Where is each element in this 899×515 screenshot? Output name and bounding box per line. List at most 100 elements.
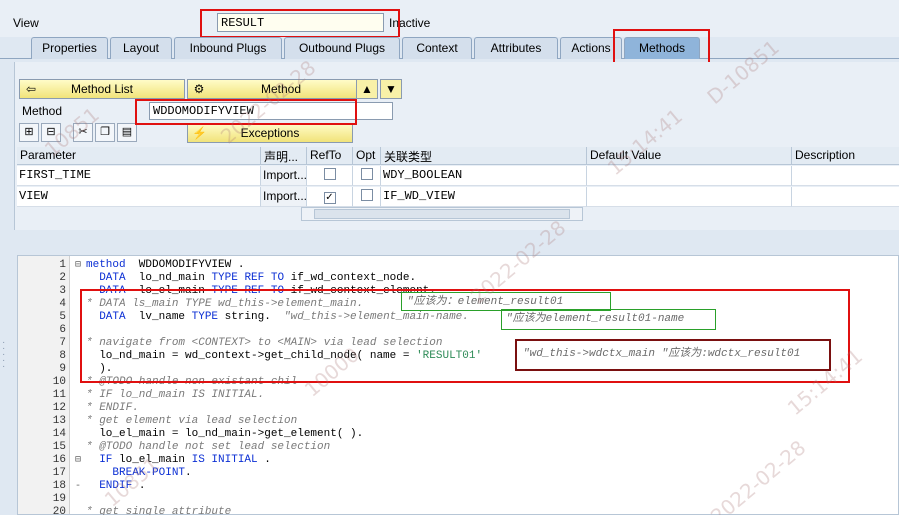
tab-inbound-plugs[interactable]: Inbound Plugs (174, 37, 282, 59)
fold-marker[interactable] (75, 363, 83, 376)
param-default-cell[interactable] (587, 187, 792, 207)
code-line[interactable]: * navigate from <CONTEXT> to <MAIN> via … (86, 337, 442, 350)
fold-marker[interactable] (75, 428, 83, 441)
fold-marker[interactable] (75, 467, 83, 480)
code-line[interactable]: IF lo_el_main IS INITIAL . (86, 454, 271, 467)
code-line[interactable]: DATA lv_name TYPE string. "wd_this->elem… (86, 311, 469, 324)
scrollbar-thumb[interactable] (314, 209, 570, 219)
splitter-grip-icon[interactable]: · · · · · (2, 338, 8, 372)
fold-marker[interactable] (75, 389, 83, 402)
tab-properties[interactable]: Properties (31, 37, 108, 59)
opt-checkbox[interactable] (360, 168, 373, 180)
exceptions-button[interactable]: ⚡ Exceptions (187, 123, 353, 143)
method-list-button[interactable]: ⇦ Method List (19, 79, 185, 99)
fold-marker[interactable] (75, 415, 83, 428)
refto-checkbox-checked[interactable]: ✓ (323, 192, 336, 204)
fold-marker[interactable] (75, 311, 83, 324)
code-line[interactable]: DATA lo_nd_main TYPE REF TO if_wd_contex… (86, 272, 416, 285)
fold-marker[interactable] (75, 350, 83, 363)
tab-actions[interactable]: Actions (560, 37, 622, 59)
code-token: lo_el_main = lo_nd_main->get_element( ). (86, 428, 364, 440)
fold-marker[interactable] (75, 493, 83, 506)
code-token: BREAK-POINT (112, 467, 186, 479)
fold-marker[interactable] (75, 337, 83, 350)
code-editor[interactable]: 1 ⊟ method WDDOMODIFYVIEW .2 DATA lo_nd_ma… (17, 255, 899, 515)
insert-row-icon[interactable]: ⊞ (19, 123, 39, 142)
fold-marker[interactable] (75, 298, 83, 311)
code-token: method (86, 259, 126, 271)
code-line[interactable]: * @TODO handle not set lead selection (86, 441, 330, 454)
col-header-refto[interactable]: RefTo (307, 147, 353, 165)
paste-icon[interactable]: ▤ (117, 123, 137, 142)
param-decl-cell: Import... (261, 187, 307, 207)
code-line[interactable]: ). (86, 363, 112, 376)
tab-strip: Properties Layout Inbound Plugs Outbound… (0, 37, 899, 59)
fold-marker[interactable]: - (75, 480, 83, 493)
tab-attributes[interactable]: Attributes (474, 37, 558, 59)
col-header-opt[interactable]: Opt (353, 147, 381, 165)
col-header-default[interactable]: Default Value (587, 147, 792, 165)
code-line[interactable]: lo_nd_main = wd_context->get_child_node(… (86, 350, 482, 363)
code-token: TYPE REF TO (211, 272, 285, 284)
param-name-cell[interactable]: VIEW (17, 187, 261, 207)
horizontal-scrollbar[interactable] (301, 207, 583, 221)
fold-marker[interactable] (75, 272, 83, 285)
opt-checkbox-cell[interactable] (353, 187, 381, 207)
col-header-parameter[interactable]: Parameter (17, 147, 261, 165)
param-type-cell[interactable]: IF_WD_VIEW (381, 187, 587, 207)
code-line[interactable]: lo_el_main = lo_nd_main->get_element( ). (86, 428, 363, 441)
nav-down-button[interactable]: ▼ (380, 79, 402, 99)
code-line[interactable]: * IF lo_nd_main IS INITIAL. (86, 389, 264, 402)
fold-marker[interactable] (75, 441, 83, 454)
fold-marker[interactable] (75, 376, 83, 389)
tab-context[interactable]: Context (402, 37, 472, 59)
code-line[interactable]: DATA lo_el_main TYPE REF TO if_wd_contex… (86, 285, 436, 298)
view-name-field[interactable]: RESULT (217, 13, 384, 32)
opt-checkbox[interactable] (360, 189, 373, 201)
col-header-description[interactable]: Description (792, 147, 899, 165)
line-number: 6 (59, 324, 66, 336)
code-line[interactable]: * ENDIF. (86, 402, 139, 415)
delete-row-icon[interactable]: ⊟ (41, 123, 61, 142)
code-line[interactable]: * @TODO handle non existant chil (86, 376, 297, 389)
param-type-cell[interactable]: WDY_BOOLEAN (381, 166, 587, 186)
code-line[interactable]: * get single attribute (86, 506, 231, 515)
refto-checkbox[interactable] (323, 168, 336, 180)
method-name-field[interactable]: WDDOMODIFYVIEW (149, 102, 393, 120)
tab-outbound-plugs[interactable]: Outbound Plugs (284, 37, 400, 59)
code-token: DATA (99, 272, 126, 284)
param-default-cell[interactable] (587, 166, 792, 186)
copy-icon[interactable]: ❐ (95, 123, 115, 142)
tab-layout[interactable]: Layout (110, 37, 172, 59)
fold-marker[interactable]: ⊟ (75, 454, 83, 467)
fold-marker[interactable] (75, 506, 83, 515)
fold-marker[interactable] (75, 402, 83, 415)
code-line[interactable]: * DATA ls_main TYPE wd_this->element_mai… (86, 298, 363, 311)
code-line[interactable]: method WDDOMODIFYVIEW . (86, 259, 244, 272)
param-decl-cell: Import... (261, 166, 307, 186)
line-number: 1 (59, 259, 66, 271)
param-description-cell[interactable] (792, 166, 899, 186)
code-token: ). (86, 363, 113, 375)
code-token: lv_name (125, 311, 192, 323)
fold-marker[interactable]: ⊟ (75, 259, 83, 272)
method-button[interactable]: ⚙ Method (187, 79, 375, 99)
line-number: 2 (59, 272, 66, 284)
opt-checkbox-cell[interactable] (353, 166, 381, 186)
param-description-cell[interactable] (792, 187, 899, 207)
nav-up-button[interactable]: ▲ (356, 79, 378, 99)
refto-checkbox-cell[interactable]: ✓ (307, 187, 353, 207)
code-line[interactable]: ENDIF . (86, 480, 145, 493)
cut-icon[interactable]: ✂ (73, 123, 93, 142)
fold-marker[interactable] (75, 324, 83, 337)
tab-methods[interactable]: Methods (624, 37, 700, 59)
param-name-cell[interactable]: FIRST_TIME (17, 166, 261, 186)
refto-checkbox-cell[interactable] (307, 166, 353, 186)
code-line[interactable]: * get element via lead selection (86, 415, 297, 428)
col-header-declaration[interactable]: 声明... (261, 147, 307, 165)
code-line[interactable]: BREAK-POINT. (86, 467, 191, 480)
fold-marker[interactable] (75, 285, 83, 298)
col-header-type[interactable]: 关联类型 (381, 147, 587, 165)
